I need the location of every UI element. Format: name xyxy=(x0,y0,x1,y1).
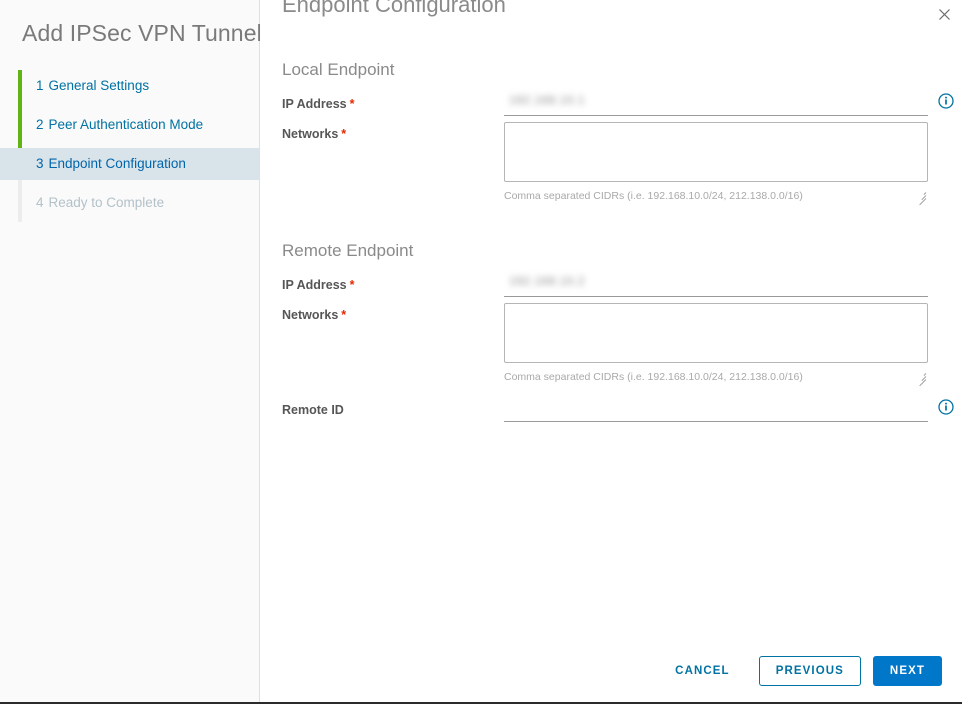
step-number: 3 xyxy=(36,156,44,171)
local-networks-textarea[interactable] xyxy=(504,122,928,182)
label-text: Networks xyxy=(282,127,339,141)
wizard-title: Add IPSec VPN Tunnel xyxy=(22,20,262,46)
remote-networks-label: Networks * xyxy=(282,303,504,322)
local-networks-row: Networks* 192.168.10.0/24 Comma separate… xyxy=(282,122,940,206)
local-networks-control: 192.168.10.0/24 Comma separated CIDRs (i… xyxy=(504,122,928,206)
sidebar-item-general-settings[interactable]: 1 General Settings xyxy=(0,70,259,102)
remote-endpoint-heading: Remote Endpoint xyxy=(282,241,414,260)
step-number: 1 xyxy=(36,78,44,93)
step-number: 2 xyxy=(36,117,44,132)
local-ip-address-input[interactable] xyxy=(504,92,928,116)
wizard-sidebar: Add IPSec VPN Tunnel 1 General Settings 2… xyxy=(0,0,262,702)
step-label: General Settings xyxy=(48,78,150,93)
cancel-button[interactable]: CANCEL xyxy=(658,656,747,686)
info-icon[interactable] xyxy=(938,93,954,109)
wizard-step-list: 1 General Settings 2 Peer Authentication M… xyxy=(0,70,259,222)
required-marker: * xyxy=(349,278,355,292)
remote-networks-textarea[interactable] xyxy=(504,303,928,363)
required-marker: * xyxy=(341,308,347,322)
close-icon[interactable] xyxy=(932,2,956,26)
step-label: Endpoint Configuration xyxy=(48,156,186,171)
local-networks-label: Networks * xyxy=(282,122,504,141)
page-title: Endpoint Configuration xyxy=(282,0,506,17)
next-button[interactable]: NEXT xyxy=(872,656,942,686)
remote-ip-address-input[interactable] xyxy=(504,273,928,297)
remote-networks-control: 192.168.10.0/24 Comma separated CIDRs (i… xyxy=(504,303,928,387)
wizard-footer: CANCEL PREVIOUS NEXT xyxy=(260,640,962,702)
remote-networks-row: Networks* 192.168.10.0/24 Comma separate… xyxy=(282,303,940,387)
remote-ip-address-row: IP Address * 192.168.10.2 xyxy=(282,273,940,299)
label-text: IP Address xyxy=(282,278,347,292)
step-number: 4 xyxy=(36,195,44,210)
sidebar-item-endpoint-configuration[interactable]: 3 Endpoint Configuration xyxy=(0,148,259,180)
sidebar-item-ready-to-complete: 4 Ready to Complete xyxy=(0,187,259,219)
info-icon[interactable] xyxy=(938,399,954,415)
label-text: IP Address xyxy=(282,97,347,111)
remote-id-row: Remote ID xyxy=(282,398,954,424)
remote-networks-helper: Comma separated CIDRs (i.e. 192.168.10.0… xyxy=(504,371,803,383)
required-marker: * xyxy=(349,97,355,111)
add-ipsec-vpn-tunnel-wizard: Add IPSec VPN Tunnel 1 General Settings 2… xyxy=(0,0,962,704)
local-networks-helper: Comma separated CIDRs (i.e. 192.168.10.0… xyxy=(504,190,803,202)
wizard-main-panel: Endpoint Configuration Local Endpoint IP… xyxy=(260,0,962,702)
sidebar-item-peer-authentication-mode[interactable]: 2 Peer Authentication Mode xyxy=(0,109,259,141)
local-endpoint-heading: Local Endpoint xyxy=(282,60,395,79)
remote-ip-address-label: IP Address * xyxy=(282,273,504,292)
endpoint-configuration-form: Local Endpoint IP Address* 192.168.10.1 xyxy=(260,46,962,640)
local-ip-address-label: IP Address * xyxy=(282,92,504,111)
remote-id-control xyxy=(504,398,954,422)
step-label: Ready to Complete xyxy=(48,195,165,210)
previous-button[interactable]: PREVIOUS xyxy=(758,656,861,686)
label-text: Remote ID xyxy=(282,403,344,417)
remote-id-label: Remote ID xyxy=(282,398,504,417)
remote-ip-address-control: 192.168.10.2 xyxy=(504,273,928,297)
step-label: Peer Authentication Mode xyxy=(48,117,204,132)
local-ip-address-control: 192.168.10.1 xyxy=(504,92,954,116)
remote-id-input[interactable] xyxy=(504,398,928,422)
label-text: Networks xyxy=(282,308,339,322)
local-ip-address-row: IP Address * 192.168.10.1 xyxy=(282,92,954,118)
required-marker: * xyxy=(341,127,347,141)
